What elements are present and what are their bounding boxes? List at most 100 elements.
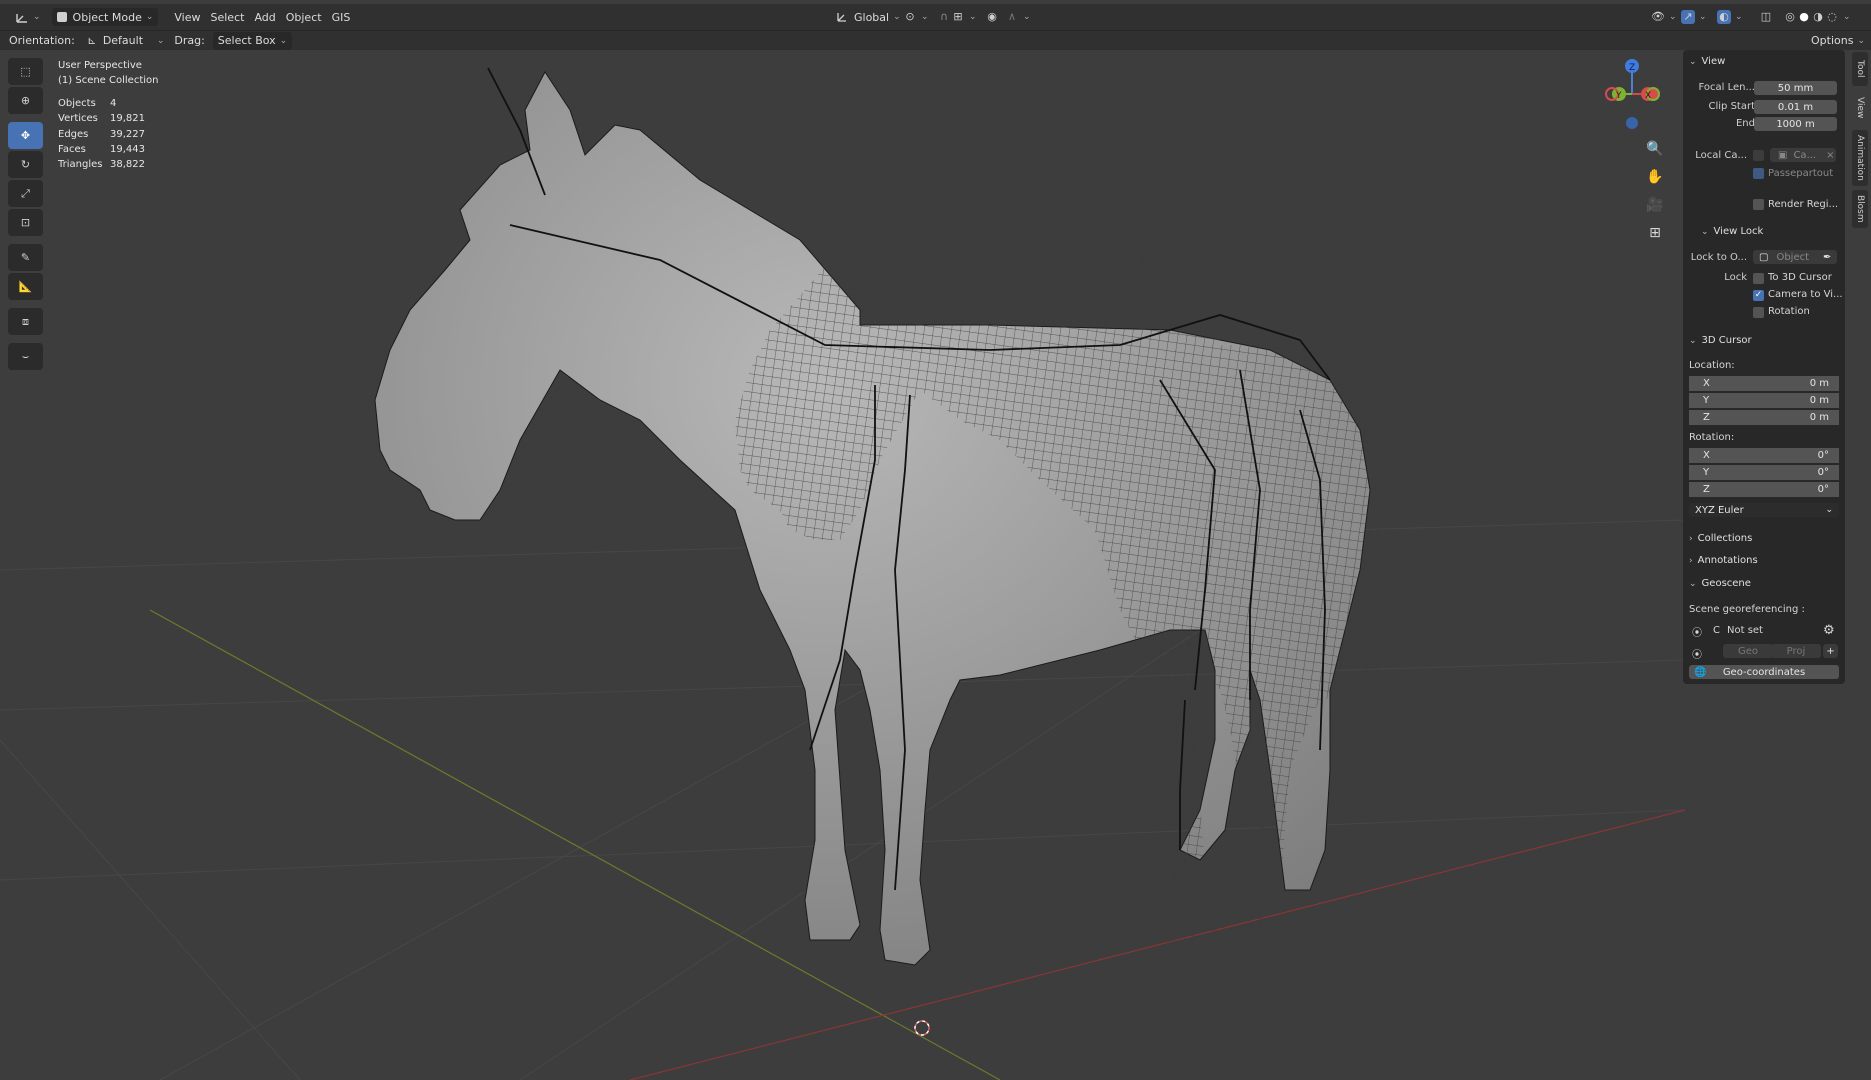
pivot-point-dropdown[interactable]: ⊙ ⌄ (898, 7, 934, 27)
xray-icon: ◫ (1760, 10, 1772, 23)
cursor-icon: ⊕ (20, 93, 31, 107)
render-region-label: Render Regi... (1768, 199, 1839, 210)
tab-view[interactable]: View (1852, 90, 1868, 126)
pan-button[interactable]: ✋ (1643, 166, 1667, 188)
perspective-toggle-button[interactable]: ⊞ (1643, 222, 1667, 244)
camera-to-view-checkbox[interactable]: ✓ (1753, 290, 1764, 301)
view-panel-header[interactable]: ⌄ View (1689, 56, 1725, 67)
annotate-tool[interactable]: ✎ (8, 244, 43, 271)
measure-tool[interactable]: 📐 (8, 273, 43, 300)
select-box-tool[interactable]: ⬚ (8, 58, 43, 85)
transform-orientation-dropdown[interactable]: Global ⌄ (830, 7, 906, 27)
cursor-tool[interactable]: ⊕ (8, 87, 43, 114)
orientation-label: Orientation: (9, 34, 75, 47)
proportional-edit-toggle[interactable]: ◉ ∧ ⌄ (980, 7, 1036, 27)
menu-select[interactable]: Select (206, 7, 250, 27)
wireframe-shading-icon[interactable]: ◎ (1783, 10, 1797, 24)
gizmo-toggle[interactable]: ↗ ⌄ (1676, 7, 1712, 27)
mode-dropdown[interactable]: Object Mode ⌄ (51, 8, 159, 26)
local-camera-label: Local Ca... (1695, 150, 1747, 161)
cursor-location-z[interactable]: Z0 m (1689, 410, 1839, 425)
menu-add[interactable]: Add (249, 7, 280, 27)
add-button[interactable]: + (1823, 644, 1838, 658)
crs-letter: C (1713, 625, 1720, 636)
xray-toggle[interactable]: ◫ (1754, 7, 1778, 27)
lock-to-cursor-label: To 3D Cursor (1768, 272, 1832, 283)
snap-toggle[interactable]: ∩ ⊞ ⌄ (932, 7, 982, 27)
local-camera-field[interactable]: ▣ Ca... × (1770, 148, 1836, 162)
expanded-icon: ⌄ (1701, 226, 1709, 237)
cursor-rotation-x[interactable]: X 0° (1689, 448, 1839, 463)
rotate-tool[interactable]: ↻ (8, 151, 43, 178)
cursor-location-y[interactable]: Y0 m (1689, 393, 1839, 408)
menu-gis[interactable]: GIS (327, 7, 356, 27)
clip-start-field[interactable]: 0.01 m (1754, 100, 1837, 114)
view-lock-header[interactable]: ⌄ View Lock (1701, 226, 1763, 237)
curve-tool[interactable]: ⌣ (8, 343, 43, 370)
menu-object[interactable]: Object (281, 7, 327, 27)
x-axis-line (629, 809, 1685, 1080)
overlay-toggle[interactable]: ◐ ⌄ (1712, 7, 1748, 27)
shading-buttons[interactable]: ◎ ● ◑ ◌ ⌄ (1778, 7, 1856, 27)
cursor-rotation-y[interactable]: Y 0° (1689, 465, 1839, 480)
render-region-checkbox[interactable] (1753, 199, 1764, 210)
orientation-dropdown[interactable]: ⊾ Default ⌄ (80, 31, 170, 51)
camera-icon: ▣ (1778, 149, 1788, 161)
collections-panel-header[interactable]: › Collections (1689, 533, 1752, 544)
geo-button[interactable]: Geo (1723, 644, 1773, 658)
3d-viewport[interactable]: Z Y X User Perspective (1) Scene Collect… (0, 50, 1685, 1080)
snap-target-icon: ⊞ (953, 10, 963, 23)
transform-tool[interactable]: ⊡ (8, 209, 43, 236)
georef-status-icon: ⦿ (1692, 628, 1702, 639)
rendered-shading-icon[interactable]: ◌ (1825, 10, 1839, 24)
tab-tool[interactable]: Tool (1852, 52, 1868, 86)
tab-blosm[interactable]: Blosm (1852, 190, 1868, 228)
crs-value: Not set (1727, 625, 1763, 636)
orientation-axes-icon: ⊾ (87, 33, 97, 47)
scale-icon: ⤢ (21, 186, 30, 200)
drag-value: Select Box (217, 34, 276, 47)
camera-view-button[interactable]: 🎥 (1643, 194, 1667, 216)
viewport-navigation: 🔍 ✋ 🎥 ⊞ (1643, 138, 1667, 244)
collapsed-icon: › (1689, 533, 1693, 544)
orientation-value: Default (102, 34, 144, 47)
lock-to-cursor-checkbox[interactable] (1753, 273, 1764, 284)
rotation-mode-dropdown[interactable]: XYZ Euler ⌄ (1689, 503, 1839, 517)
move-tool[interactable]: ✥ (8, 122, 43, 149)
focal-length-field[interactable]: 50 mm (1754, 81, 1837, 95)
gizmo-icon: ↗ (1681, 10, 1695, 24)
stat-row: Faces 19,443 (58, 143, 145, 155)
add-cube-tool[interactable]: ⧈ (8, 308, 43, 335)
cursor-location-x[interactable]: X0 m (1689, 376, 1839, 391)
object-icon: ▢ (1759, 251, 1769, 263)
geo-coordinates-button[interactable]: 🌐 Geo-coordinates (1689, 665, 1839, 679)
tab-animation[interactable]: Animation (1852, 130, 1868, 186)
clip-end-field[interactable]: 1000 m (1754, 117, 1837, 131)
scale-tool[interactable]: ⤢ (8, 180, 43, 207)
menu-view[interactable]: View (169, 7, 205, 27)
zoom-button[interactable]: 🔍 (1643, 138, 1667, 160)
crs-settings-icon[interactable]: ⚙ (1823, 623, 1835, 638)
editor-type-button[interactable]: ⌄ (10, 7, 46, 27)
solid-shading-icon[interactable]: ● (1797, 10, 1811, 24)
options-label: Options (1811, 34, 1854, 47)
passepartout-checkbox[interactable] (1753, 168, 1764, 179)
navigation-gizmo[interactable]: Z Y X (1605, 59, 1660, 129)
lock-rotation-checkbox[interactable] (1753, 307, 1764, 318)
geoscene-panel-header[interactable]: ⌄ Geoscene (1689, 578, 1751, 589)
expanded-icon: ⌄ (1689, 335, 1697, 346)
lock-rotation-label: Rotation (1768, 306, 1810, 317)
scene-statistics: Objects 4 Vertices 19,821 Edges 39,227 Face… (58, 96, 145, 172)
proj-button[interactable]: Proj (1771, 644, 1821, 658)
drag-dropdown[interactable]: Select Box ⌄ (212, 31, 293, 50)
focal-length-label: Focal Len... (1698, 82, 1755, 93)
options-dropdown[interactable]: Options ⌄ (1806, 31, 1870, 51)
lock-to-object-field[interactable]: ▢ Object ✒ (1753, 250, 1837, 264)
3d-cursor-panel-header[interactable]: ⌄ 3D Cursor (1689, 335, 1752, 346)
gizmo-y-label: Y (1615, 91, 1622, 101)
local-camera-checkbox[interactable] (1753, 150, 1764, 161)
material-shading-icon[interactable]: ◑ (1811, 10, 1825, 24)
cursor-rotation-z[interactable]: Z 0° (1689, 482, 1839, 497)
curve-icon: ⌣ (21, 349, 30, 363)
annotations-panel-header[interactable]: › Annotations (1689, 555, 1758, 566)
